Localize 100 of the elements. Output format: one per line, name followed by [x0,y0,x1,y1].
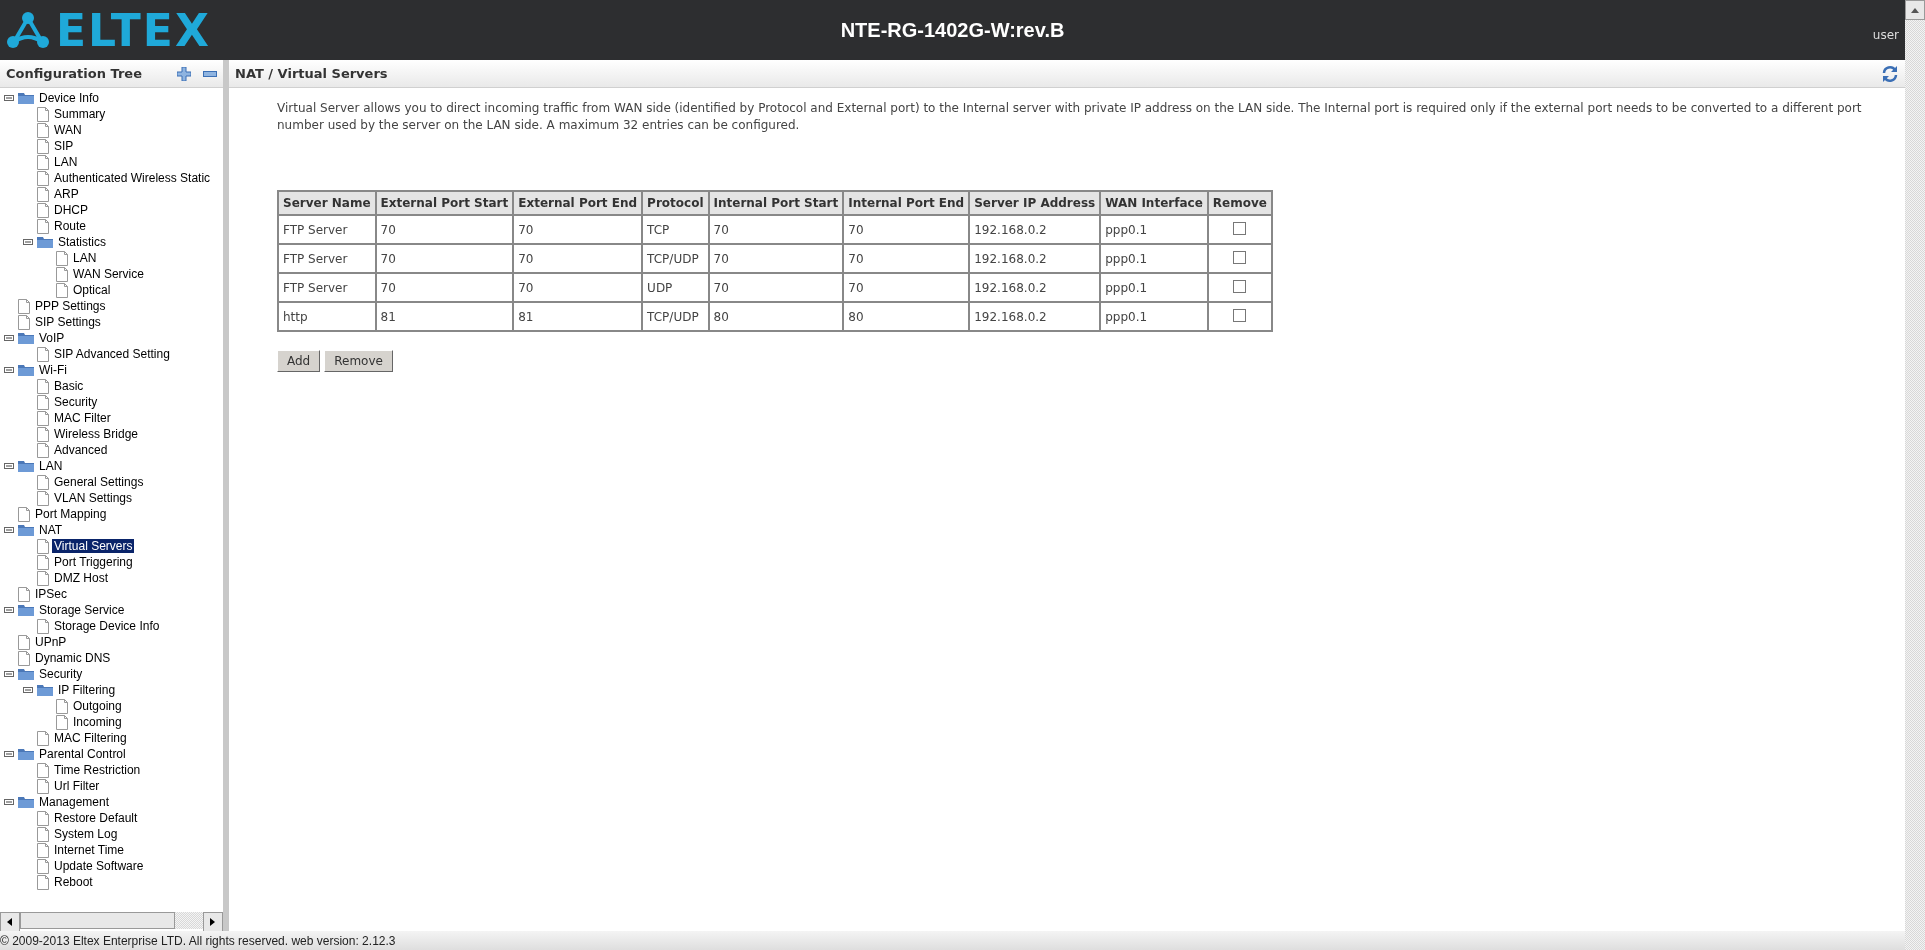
tree-item[interactable]: Outgoing [71,699,124,713]
tree-item[interactable]: Security [37,667,85,681]
collapse-all-icon[interactable] [203,70,217,77]
tree-item[interactable]: Internet Time [52,843,127,857]
collapse-icon[interactable] [4,95,14,101]
remove-checkbox[interactable] [1233,279,1247,293]
tree-item[interactable]: Management [37,795,112,809]
tree-item[interactable]: VLAN Settings [52,491,135,505]
page-icon [37,154,49,170]
page-icon [37,442,49,458]
tree-item[interactable]: Statistics [56,235,108,249]
table-cell: ppp0.1 [1100,244,1208,273]
collapse-icon[interactable] [4,799,14,805]
page-icon [37,106,49,122]
tree-item[interactable]: Storage Device Info [52,619,162,633]
tree-item[interactable]: MAC Filtering [52,731,129,745]
tree-item[interactable]: VoIP [37,331,67,345]
collapse-icon[interactable] [4,671,14,677]
tree-item[interactable]: Dynamic DNS [33,651,113,665]
collapse-icon[interactable] [23,687,33,693]
remove-checkbox[interactable] [1233,308,1247,322]
tree-item[interactable]: WAN [52,123,84,137]
collapse-icon[interactable] [4,607,14,613]
collapse-icon[interactable] [23,239,33,245]
collapse-icon[interactable] [4,463,14,469]
up-arrow-icon[interactable] [1911,7,1919,13]
tree-item[interactable]: SIP Advanced Setting [52,347,172,361]
collapse-icon[interactable] [4,367,14,373]
vertical-scrollbar[interactable] [1905,0,1925,950]
tree-item[interactable]: Advanced [52,443,110,457]
tree-item[interactable]: SIP Settings [33,315,103,329]
remove-checkbox[interactable] [1233,221,1247,235]
tree-item[interactable]: Virtual Servers [52,539,135,553]
tree-item[interactable]: Optical [71,283,113,297]
user-name: user [1872,27,1899,42]
tree-item[interactable]: Summary [52,107,108,121]
tree-item[interactable]: DHCP [52,203,90,217]
page-icon [37,410,49,426]
column-header: WAN Interface [1100,191,1208,215]
tree-item[interactable]: Time Restriction [52,763,143,777]
collapse-icon[interactable] [4,751,14,757]
tree-item[interactable]: Reboot [52,875,95,889]
page-icon [18,298,30,314]
tree-item[interactable]: Parental Control [37,747,128,761]
tree-item[interactable]: IPSec [33,587,69,601]
page-icon [37,826,49,842]
tree-item[interactable]: Update Software [52,859,146,873]
collapse-icon[interactable] [4,335,14,341]
right-arrow-icon[interactable] [210,918,216,926]
tree-item[interactable]: IP Filtering [56,683,118,697]
tree-item[interactable]: Security [52,395,100,409]
add-button[interactable]: Add [277,350,321,372]
table-cell: FTP Server [278,215,376,244]
table-cell: 70 [843,215,970,244]
left-arrow-icon[interactable] [7,918,13,926]
table-cell: ppp0.1 [1100,302,1208,331]
tree-item[interactable]: WAN Service [71,267,146,281]
tree-item[interactable]: General Settings [52,475,146,489]
logo-text: ELTEX [56,4,211,56]
table-cell: 192.168.0.2 [969,215,1101,244]
tree-item[interactable]: Incoming [71,715,124,729]
tree-item[interactable]: Authenticated Wireless Static [52,171,213,185]
tree-item[interactable]: Url Filter [52,779,102,793]
tree-item[interactable]: Storage Service [37,603,127,617]
page-icon [37,170,49,186]
tree-item[interactable]: System Log [52,827,120,841]
page-icon [37,202,49,218]
tree-item[interactable]: Route [52,219,89,233]
page-icon [18,650,30,666]
page-icon [37,122,49,138]
tree-item[interactable]: LAN [71,251,99,265]
tree-item[interactable]: PPP Settings [33,299,108,313]
table-cell: TCP [642,215,709,244]
page-icon [37,538,49,554]
tree-item[interactable]: LAN [37,459,65,473]
tree-item[interactable]: Basic [52,379,86,393]
tree-item[interactable]: Wireless Bridge [52,427,141,441]
tree-item[interactable]: SIP [52,139,76,153]
tree-item[interactable]: Restore Default [52,811,140,825]
remove-checkbox[interactable] [1233,250,1247,264]
table-cell: 70 [375,244,514,273]
page-icon [37,570,49,586]
refresh-icon[interactable] [1881,64,1899,83]
tree-item[interactable]: ARP [52,187,81,201]
tree-item[interactable]: DMZ Host [52,571,110,585]
expand-all-icon[interactable] [177,66,191,81]
folder-icon [18,668,34,680]
tree-item[interactable]: Port Mapping [33,507,109,521]
tree-item[interactable]: NAT [37,523,65,537]
tree-item[interactable]: Wi-Fi [37,363,69,377]
remove-button[interactable]: Remove [324,350,393,372]
tree-item[interactable]: UPnP [33,635,69,649]
tree-item[interactable]: Port Triggering [52,555,135,569]
table-cell: 70 [513,244,643,273]
horizontal-scrollbar[interactable] [0,912,223,929]
tree-item[interactable]: LAN [52,155,80,169]
tree-item[interactable]: MAC Filter [52,411,113,425]
tree-item[interactable]: Device Info [37,91,102,105]
collapse-icon[interactable] [4,527,14,533]
page-icon [37,490,49,506]
